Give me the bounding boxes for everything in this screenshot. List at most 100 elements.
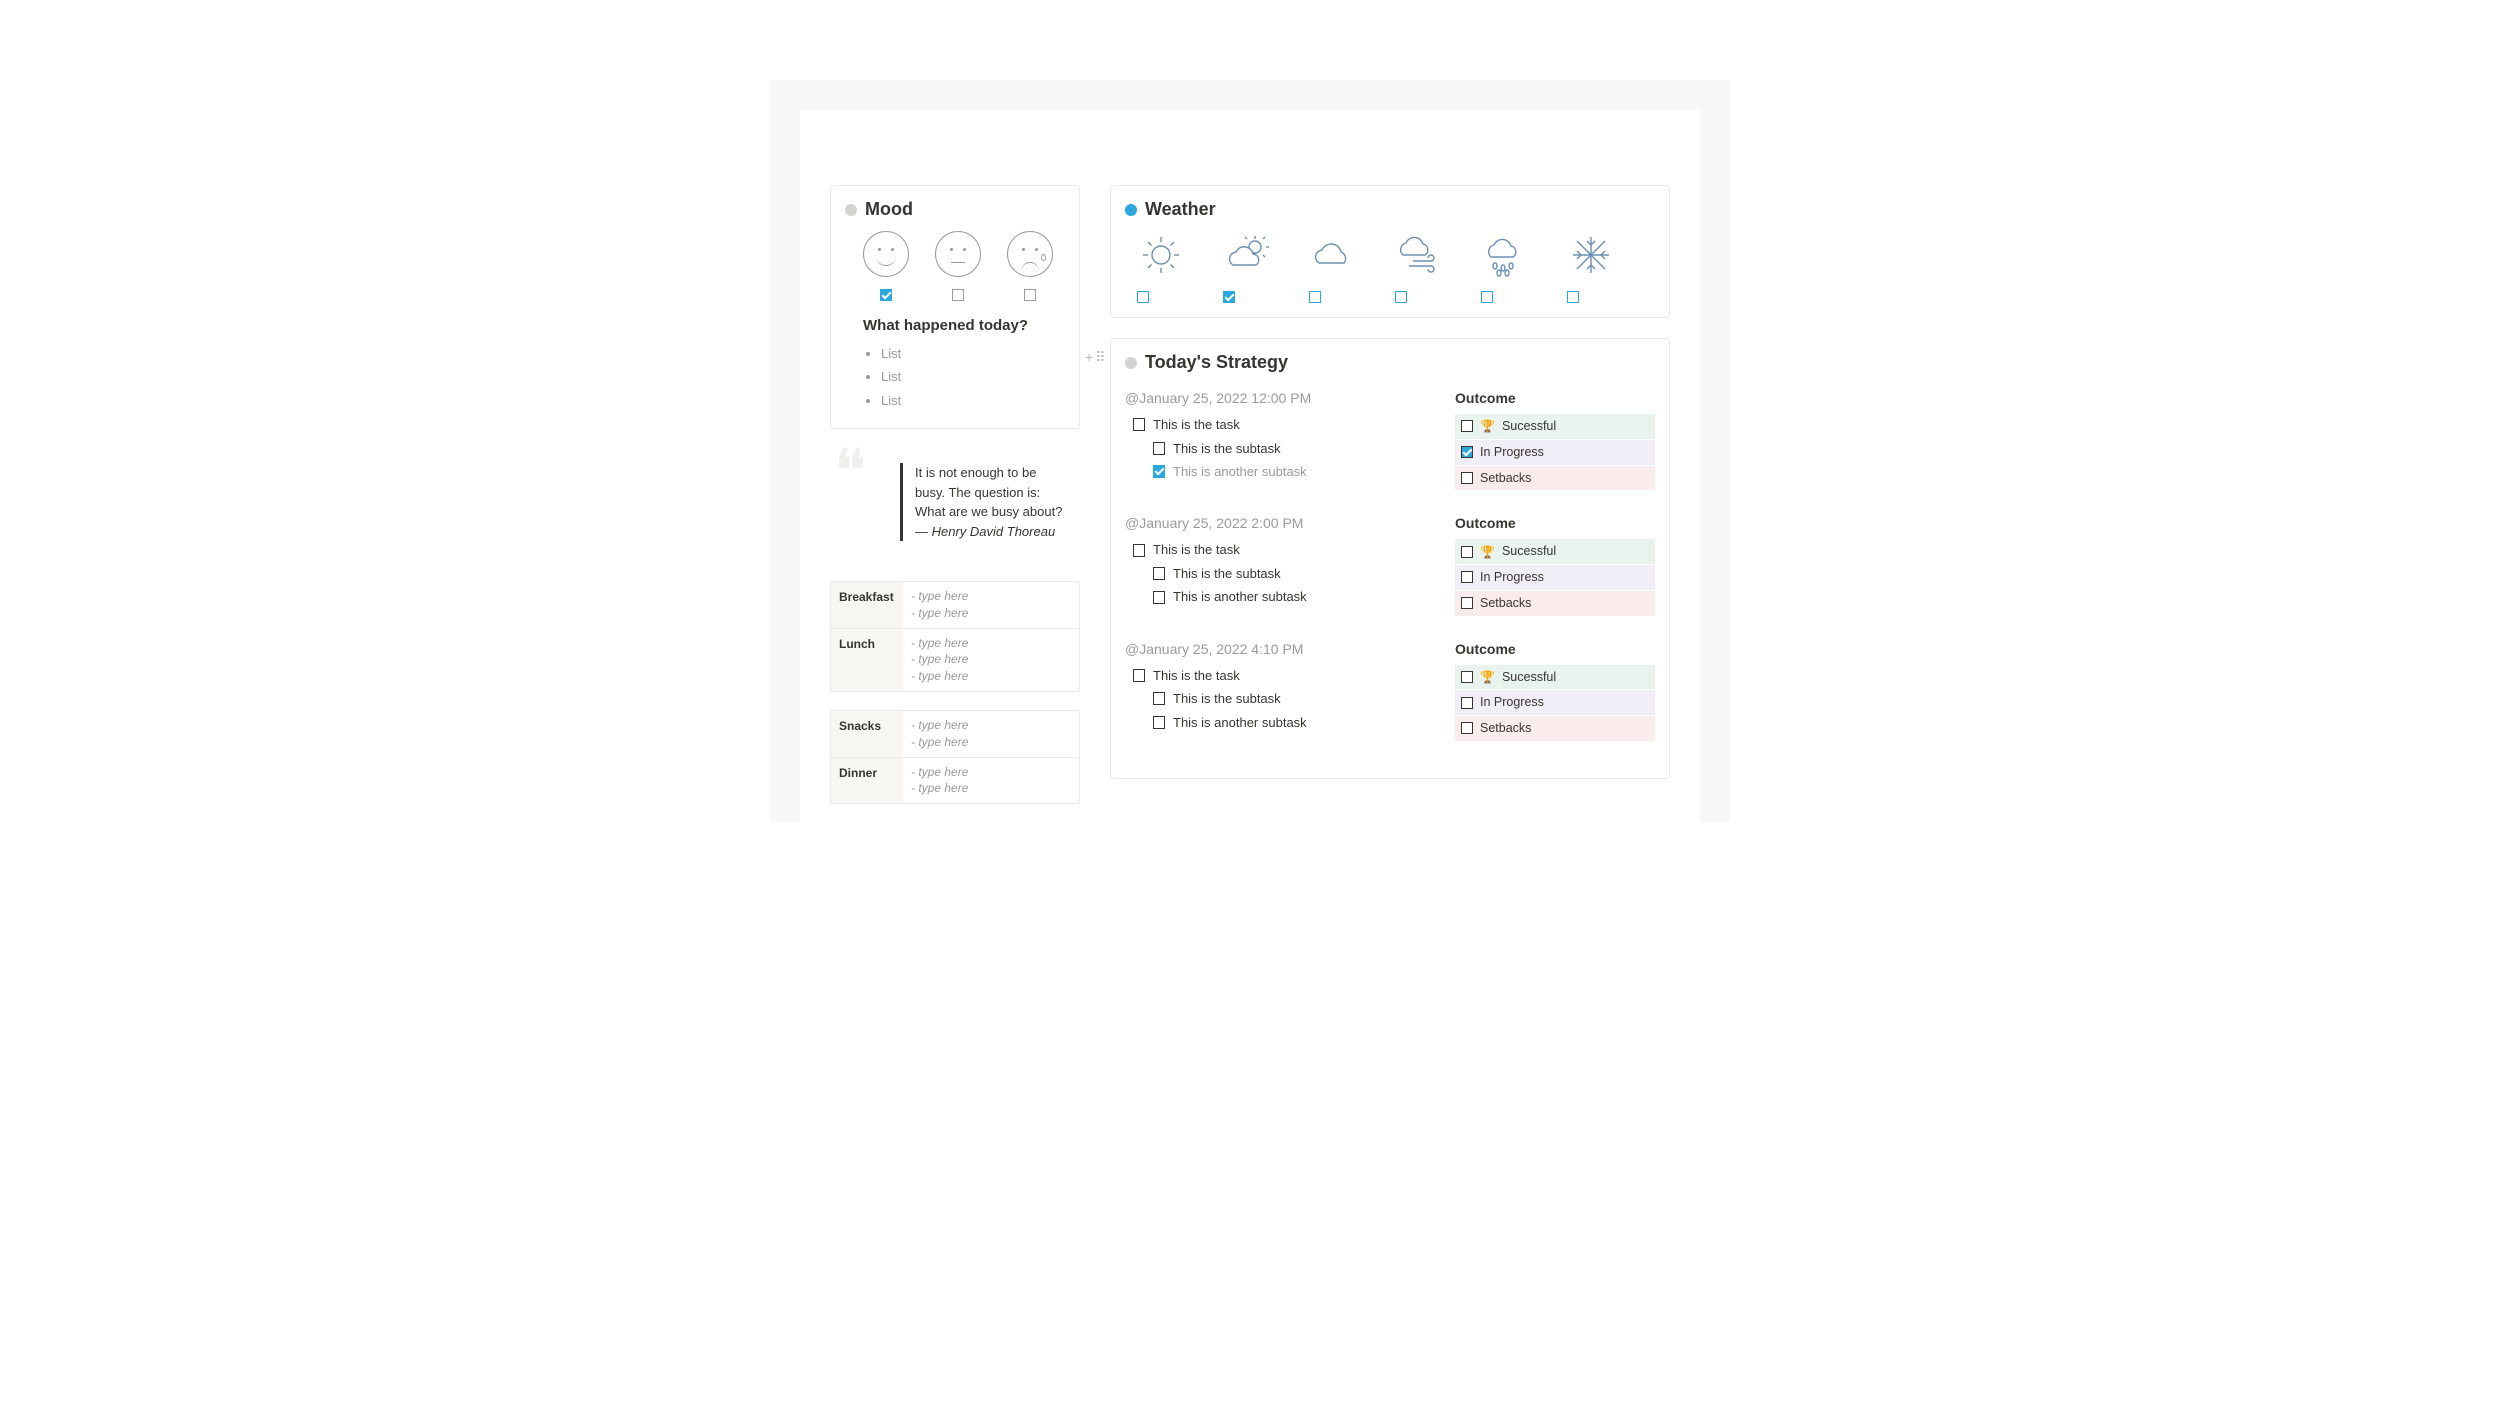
outcome-successful[interactable]: 🏆Sucessful (1455, 665, 1655, 690)
weather-checkbox[interactable] (1223, 291, 1235, 303)
task-checkbox[interactable] (1153, 692, 1165, 705)
slot-timestamp[interactable]: @January 25, 2022 2:00 PM (1125, 513, 1415, 534)
left-column: Mood What happened today? List List List ❝… (830, 185, 1080, 822)
outcome-checkbox[interactable] (1461, 671, 1473, 683)
outcome-in_progress[interactable]: In Progress (1455, 440, 1655, 465)
meal-label: Snacks (831, 711, 903, 757)
outcome-checkbox[interactable] (1461, 697, 1473, 709)
meal-content[interactable]: - type here- type here (903, 711, 1079, 757)
smile-face-icon (863, 231, 909, 277)
strategy-title: Today's Strategy (1145, 349, 1288, 376)
subtask-item[interactable]: This is another subtask (1125, 587, 1415, 607)
weather-checkbox[interactable] (1567, 291, 1579, 303)
meal-content[interactable]: - type here- type here (903, 582, 1079, 628)
outcome-checkbox[interactable] (1461, 420, 1473, 432)
strategy-slot: @January 25, 2022 4:10 PM This is the tas… (1125, 639, 1655, 742)
subtask-item[interactable]: This is another subtask (1125, 462, 1415, 482)
task-text: This is the subtask (1173, 689, 1281, 709)
mood-prompt: What happened today? (863, 315, 1065, 338)
meal-row-lunch: Lunch- type here- type here- type here (831, 628, 1079, 691)
meal-content[interactable]: - type here- type here- type here (903, 629, 1079, 691)
outcome-successful[interactable]: 🏆Sucessful (1455, 539, 1655, 564)
slot-timestamp[interactable]: @January 25, 2022 4:10 PM (1125, 639, 1415, 660)
task-item[interactable]: This is the task (1125, 666, 1415, 686)
strategy-slot: @January 25, 2022 2:00 PM This is the tas… (1125, 513, 1655, 616)
task-text: This is the task (1153, 666, 1240, 686)
weather-checkbox[interactable] (1309, 291, 1321, 303)
task-text: This is another subtask (1173, 713, 1307, 733)
outcome-checkbox[interactable] (1461, 571, 1473, 583)
weather-checkbox[interactable] (1395, 291, 1407, 303)
quote-text: It is not enough to be busy. The questio… (900, 463, 1070, 541)
meal-content[interactable]: - type here- type here (903, 758, 1079, 804)
outcome-label: In Progress (1480, 693, 1544, 712)
meals-table-1[interactable]: Breakfast- type here- type hereLunch- ty… (830, 581, 1080, 692)
mood-dot-icon (845, 204, 857, 216)
block-handle[interactable]: + ⠿ (1085, 347, 1104, 368)
quote-mark-icon: ❝ (834, 453, 858, 489)
meal-row-dinner: Dinner- type here- type here (831, 757, 1079, 804)
task-checkbox[interactable] (1153, 591, 1165, 604)
outcome-in_progress[interactable]: In Progress (1455, 690, 1655, 715)
weather-option-snow[interactable] (1567, 233, 1615, 303)
outcome-checkbox[interactable] (1461, 446, 1473, 458)
outcome-checkbox[interactable] (1461, 546, 1473, 558)
meals-table-2[interactable]: Snacks- type here- type hereDinner- type… (830, 710, 1080, 804)
outcome-checkbox[interactable] (1461, 472, 1473, 484)
weather-checkbox[interactable] (1481, 291, 1493, 303)
slot-timestamp[interactable]: @January 25, 2022 12:00 PM (1125, 388, 1415, 409)
mood-checkbox[interactable] (952, 289, 964, 301)
weather-option-wind[interactable] (1395, 233, 1443, 303)
outcome-setbacks[interactable]: Setbacks (1455, 591, 1655, 616)
outcome-in_progress[interactable]: In Progress (1455, 565, 1655, 590)
strategy-slot: @January 25, 2022 12:00 PM This is the ta… (1125, 388, 1655, 491)
subtask-item[interactable]: This is the subtask (1125, 564, 1415, 584)
task-text: This is the task (1153, 540, 1240, 560)
weather-option-sun[interactable] (1137, 233, 1185, 303)
mood-bullet-item[interactable]: List (881, 344, 1065, 364)
outcome-checkbox[interactable] (1461, 722, 1473, 734)
mood-option-smile[interactable] (863, 231, 909, 301)
snow-icon (1567, 233, 1615, 277)
mood-bullet-item[interactable]: List (881, 391, 1065, 411)
subtask-item[interactable]: This is the subtask (1125, 439, 1415, 459)
strategy-dot-icon (1125, 357, 1137, 369)
wind-icon (1395, 233, 1443, 277)
outcome-successful[interactable]: 🏆Sucessful (1455, 414, 1655, 439)
outcome-setbacks[interactable]: Setbacks (1455, 466, 1655, 491)
page-canvas: Mood What happened today? List List List ❝… (800, 110, 1700, 822)
outcome-heading: Outcome (1455, 388, 1655, 409)
meal-row-snacks: Snacks- type here- type here (831, 711, 1079, 757)
task-item[interactable]: This is the task (1125, 415, 1415, 435)
task-checkbox[interactable] (1153, 465, 1165, 478)
mood-checkbox[interactable] (1024, 289, 1036, 301)
mood-bullet-list[interactable]: List List List (881, 344, 1065, 411)
trophy-icon: 🏆 (1480, 543, 1495, 561)
mood-option-sad[interactable] (1007, 231, 1053, 301)
mood-bullet-item[interactable]: List (881, 367, 1065, 387)
task-checkbox[interactable] (1153, 442, 1165, 455)
task-checkbox[interactable] (1153, 567, 1165, 580)
weather-option-cloud[interactable] (1309, 233, 1357, 303)
drag-handle-icon[interactable]: ⠿ (1095, 347, 1104, 368)
outcome-checkbox[interactable] (1461, 597, 1473, 609)
weather-option-partly-cloudy[interactable] (1223, 233, 1271, 303)
outcome-label: Sucessful (1502, 417, 1556, 436)
task-checkbox[interactable] (1133, 544, 1145, 557)
subtask-item[interactable]: This is the subtask (1125, 689, 1415, 709)
weather-option-rain[interactable] (1481, 233, 1529, 303)
outcome-setbacks[interactable]: Setbacks (1455, 716, 1655, 741)
add-icon[interactable]: + (1085, 347, 1093, 368)
weather-dot-icon (1125, 204, 1137, 216)
subtask-item[interactable]: This is another subtask (1125, 713, 1415, 733)
mood-title: Mood (865, 196, 913, 223)
mood-card: Mood What happened today? List List List (830, 185, 1080, 429)
mood-option-neutral[interactable] (935, 231, 981, 301)
task-checkbox[interactable] (1133, 669, 1145, 682)
task-checkbox[interactable] (1133, 418, 1145, 431)
weather-checkbox[interactable] (1137, 291, 1149, 303)
task-item[interactable]: This is the task (1125, 540, 1415, 560)
meal-label: Lunch (831, 629, 903, 691)
task-checkbox[interactable] (1153, 716, 1165, 729)
mood-checkbox[interactable] (880, 289, 892, 301)
